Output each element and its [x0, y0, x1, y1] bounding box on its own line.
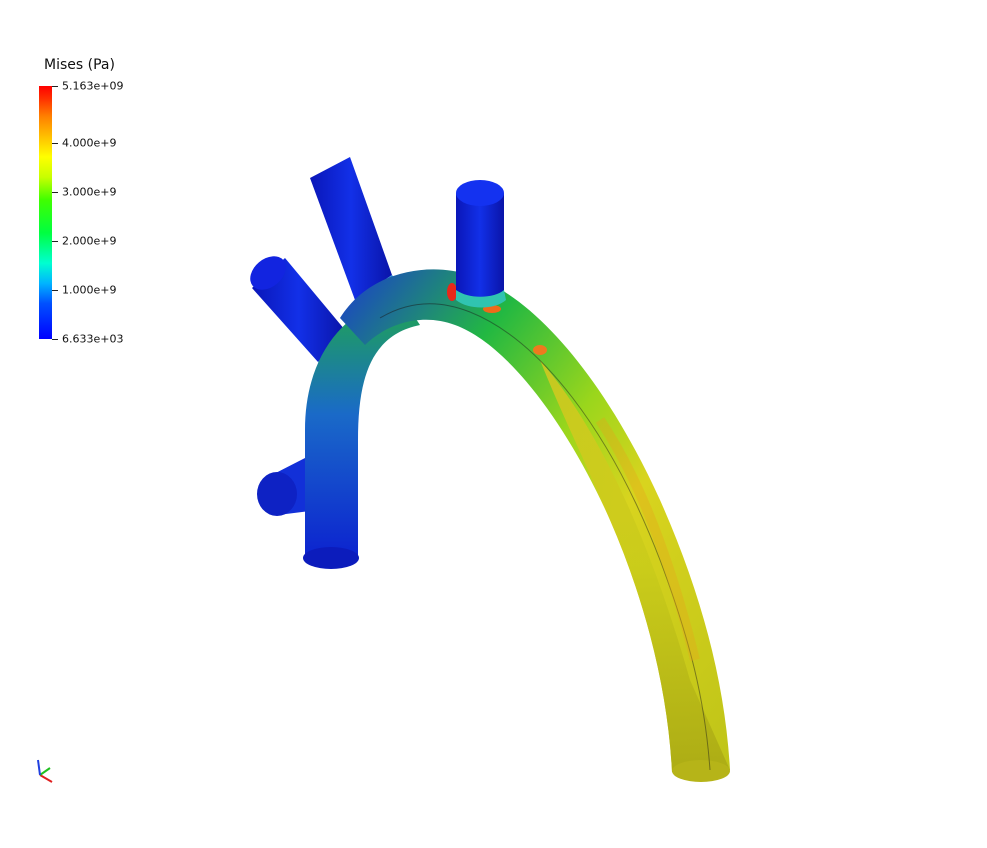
branch-vessel-4 [456, 180, 506, 308]
render-viewport[interactable]: Mises (Pa) 5.163e+09 4.000e+9 3.000e+9 2… [0, 0, 987, 848]
orientation-axes-icon [37, 759, 53, 783]
mesh-render[interactable] [0, 0, 987, 848]
aortic-arch [340, 269, 730, 782]
